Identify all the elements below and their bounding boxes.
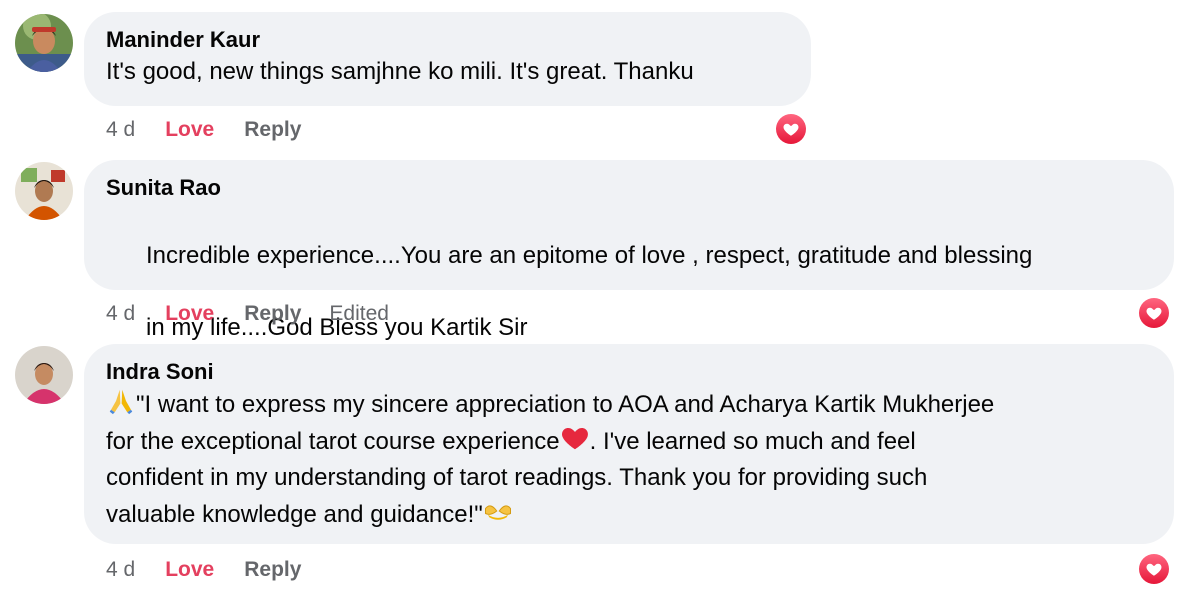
comment-timestamp[interactable]: 4 d [106,116,135,144]
comment-text-line: Incredible experience....You are an epit… [146,242,1033,269]
love-button[interactable]: Love [165,116,214,144]
comment-author[interactable]: Maninder Kaur [106,26,789,54]
love-button[interactable]: Love [165,300,214,328]
comment-actions: 4 d Love Reply [106,116,301,144]
love-button[interactable]: Love [165,556,214,584]
comment-text: It's good, new things samjhne ko mili. I… [106,58,694,85]
edited-label: Edited [329,302,389,325]
comment-timestamp[interactable]: 4 d [106,300,135,328]
comment-author[interactable]: Indra Soni [106,358,1152,386]
folded-hands-emoji [106,386,136,416]
reaction-badge[interactable] [775,113,807,145]
reaction-badge[interactable] [1138,297,1170,329]
comment-timestamp[interactable]: 4 d [106,556,135,584]
comment-author[interactable]: Sunita Rao [106,174,1152,202]
heart-reaction-icon [1145,560,1163,578]
reply-button[interactable]: Reply [244,300,301,328]
comment-text-line: "I want to express my sincere appreciati… [136,391,995,418]
comment-text: "I want to express my sincere appreciati… [106,386,1152,533]
reaction-badge[interactable] [1138,553,1170,585]
comment-actions: 4 d Love Reply [106,556,301,584]
comment-bubble: Indra Soni "I want to express my sincere… [84,344,1174,544]
avatar[interactable] [15,346,73,404]
heart-hands-emoji [484,505,511,520]
heart-reaction-icon [1145,304,1163,322]
comment-bubble: Maninder Kaur It's good, new things samj… [84,12,811,106]
avatar[interactable] [15,14,73,72]
comment-actions: 4 d Love Reply Edited [106,300,389,328]
red-heart-emoji [561,428,588,450]
heart-reaction-icon [782,120,800,138]
reply-button[interactable]: Reply [244,116,301,144]
comment-text-line: confident in my understanding of tarot r… [106,464,928,491]
avatar[interactable] [15,162,73,220]
comment-bubble: Sunita Rao Incredible experience....You … [84,160,1174,290]
comment-text-line: valuable knowledge and guidance!" [106,501,483,528]
comment-text-line: for the exceptional tarot course experie… [106,428,560,455]
comment-text-line: . I've learned so much and feel [589,428,916,455]
reply-button[interactable]: Reply [244,556,301,584]
